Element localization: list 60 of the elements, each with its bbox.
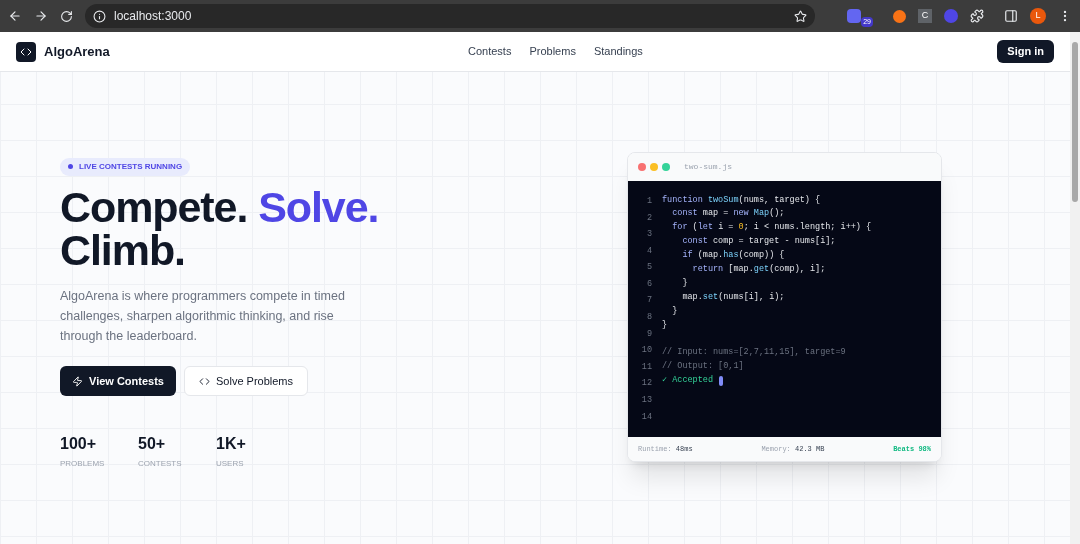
code-logo-icon xyxy=(16,41,36,62)
line-number: 9 xyxy=(646,327,652,341)
code-line: ✓ Accepted xyxy=(662,374,714,387)
line-number: 1 xyxy=(646,194,652,208)
info-icon[interactable] xyxy=(93,9,106,23)
line-number: 7 xyxy=(646,294,652,308)
code-line: } xyxy=(662,318,668,332)
extension-icon[interactable]: C xyxy=(918,9,932,23)
code-line: if (map.has(comp)) { xyxy=(681,249,785,262)
forward-icon[interactable] xyxy=(34,9,48,23)
line-number: 6 xyxy=(646,277,652,291)
sign-in-button[interactable]: Sign in xyxy=(997,40,1054,63)
lightning-icon xyxy=(72,375,83,387)
brand-name[interactable]: AlgoArena xyxy=(44,41,110,62)
line-number: 4 xyxy=(646,244,652,258)
line-number: 2 xyxy=(646,211,652,225)
stat-label: PROBLEMS xyxy=(60,458,106,470)
stat-label: CONTESTS xyxy=(138,458,183,470)
code-line: // Output: [0,1] xyxy=(662,360,744,373)
line-number: 5 xyxy=(646,261,652,275)
view-contests-button[interactable]: View Contests xyxy=(60,366,176,396)
stat-value: 50+ xyxy=(138,434,167,454)
side-panel-icon[interactable] xyxy=(1004,9,1018,23)
stat-value: 100+ xyxy=(60,434,98,454)
stat-value: 1K+ xyxy=(216,434,247,454)
code-line: // Input: nums=[2,7,11,15], target=9 xyxy=(662,346,846,360)
line-number: 14 xyxy=(641,410,652,424)
code-icon xyxy=(199,375,210,387)
hero-description: AlgoArena is where programmers compete in timed challenges, sharpen algorithmic thinking, and rise through the leaderboard. xyxy=(60,288,346,345)
line-number: 8 xyxy=(646,311,652,324)
scrollbar[interactable] xyxy=(1070,32,1080,544)
nav-link[interactable]: Standings xyxy=(593,43,643,60)
profile-avatar[interactable]: L xyxy=(1030,8,1046,24)
line-number: 10 xyxy=(641,344,652,357)
code-line: } xyxy=(681,276,688,290)
line-number: 3 xyxy=(646,228,652,241)
code-line: function twoSum(nums, target) { xyxy=(662,193,821,207)
url-text: localhost:3000 xyxy=(114,8,192,25)
extensions-icon[interactable] xyxy=(970,9,984,23)
nav-link[interactable]: Contests xyxy=(468,43,512,60)
reload-icon[interactable] xyxy=(60,9,73,23)
address-bar[interactable]: localhost:3000 xyxy=(85,4,816,28)
code-line: } xyxy=(671,304,678,318)
code-line: const map = new Map(); xyxy=(671,207,785,221)
stat-label: USERS xyxy=(216,458,245,470)
hero-heading: Compete. Solve. Climb. xyxy=(60,186,380,272)
live-badge: LIVE CONTESTS RUNNING xyxy=(60,157,191,176)
code-line: return [map.get(comp), i]; xyxy=(691,263,826,276)
file-name: two-sum.js xyxy=(684,161,732,173)
extension-icon[interactable] xyxy=(847,9,862,23)
back-icon[interactable] xyxy=(8,9,22,23)
line-number: 11 xyxy=(641,360,652,374)
bookmark-star-icon[interactable] xyxy=(794,9,808,23)
line-number: 13 xyxy=(641,394,652,407)
solve-problems-button[interactable]: Solve Problems xyxy=(184,366,309,396)
code-line: map.set(nums[i], i); xyxy=(681,290,785,304)
code-line: for (let i = 0; i < nums.length; i++) { xyxy=(671,221,872,235)
code-line: const comp = target - nums[i]; xyxy=(681,235,836,248)
line-number: 12 xyxy=(641,377,652,391)
nav-link[interactable]: Problems xyxy=(529,43,576,60)
